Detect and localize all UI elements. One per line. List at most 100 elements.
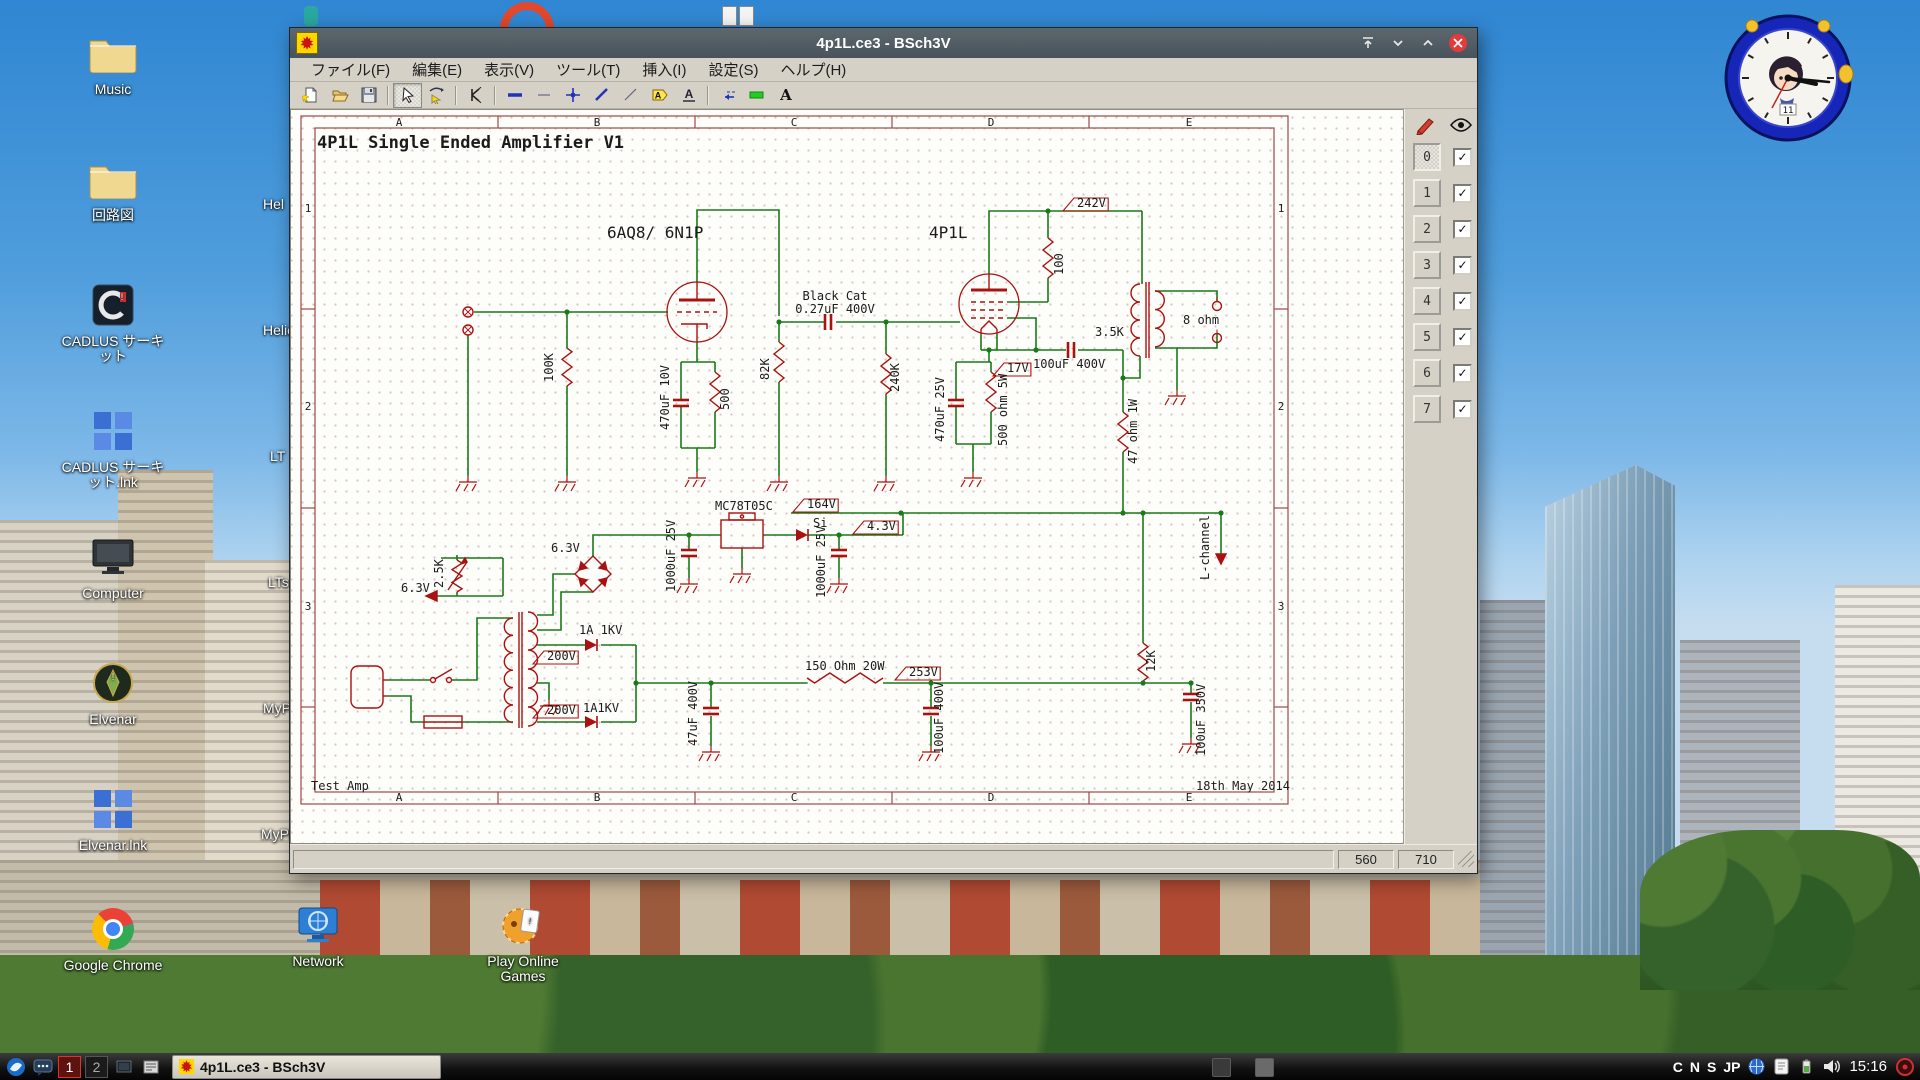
chrome-icon xyxy=(87,906,139,952)
bus-line-diagonal-button[interactable] xyxy=(587,83,616,108)
ime-indicator-c[interactable]: C xyxy=(1673,1059,1683,1075)
minimize-button[interactable] xyxy=(1387,33,1409,53)
show-desktop-icon[interactable] xyxy=(113,1056,135,1078)
new-file-button[interactable] xyxy=(296,83,325,108)
svg-text:3: 3 xyxy=(305,600,312,613)
bus-tool-button[interactable] xyxy=(500,83,529,108)
menu-tools[interactable]: ツール(T) xyxy=(545,57,631,82)
menu-help[interactable]: ヘルプ(H) xyxy=(769,57,857,82)
save-button[interactable] xyxy=(354,83,383,108)
rollup-button[interactable] xyxy=(1357,33,1379,53)
junction-tool-button[interactable] xyxy=(558,83,587,108)
desktop-icon-cadlus[interactable]: ! CADLUS サーキット xyxy=(58,282,168,364)
tray-battery-icon[interactable] xyxy=(1797,1058,1815,1076)
layer-checkbox-4[interactable]: ✓ xyxy=(1453,292,1472,311)
svg-text:100K: 100K xyxy=(542,352,556,382)
layer-checkbox-0[interactable]: ✓ xyxy=(1453,148,1472,167)
layer-button-3[interactable]: 3 xyxy=(1413,251,1441,279)
desktop-icon-elvenar[interactable]: ! Elvenar xyxy=(58,660,168,727)
svg-text:18th May 2014: 18th May 2014 xyxy=(1196,779,1290,793)
line-tool-button[interactable] xyxy=(529,83,558,108)
tray-keyboard-icon[interactable] xyxy=(1212,1058,1231,1077)
menu-view[interactable]: 表示(V) xyxy=(473,57,545,82)
workspace-button-1[interactable]: 1 xyxy=(58,1056,81,1078)
layer-button-2[interactable]: 2 xyxy=(1413,215,1441,243)
toolbar-separator xyxy=(707,86,709,105)
desktop-icon-partial-label[interactable]: Hel xyxy=(263,196,284,212)
text-tool-button[interactable]: A xyxy=(771,83,800,108)
tray-window-icon[interactable] xyxy=(1255,1058,1274,1077)
svg-text:A: A xyxy=(684,87,693,101)
schematic-canvas[interactable]: 4P1L Single Ended Amplifier V1Test Amp18… xyxy=(290,109,1403,844)
workspace-button-2[interactable]: 2 xyxy=(85,1056,108,1078)
desktop-icon-partial-label[interactable]: LTs xyxy=(268,574,289,590)
line-diagonal-button[interactable] xyxy=(616,83,645,108)
layer-checkbox-5[interactable]: ✓ xyxy=(1453,328,1472,347)
terminal-icon[interactable] xyxy=(140,1056,162,1078)
svg-text:!: ! xyxy=(121,292,124,302)
tray-notes-icon[interactable] xyxy=(1772,1058,1790,1076)
layer-button-0[interactable]: 0 xyxy=(1413,143,1441,171)
layer-checkbox-3[interactable]: ✓ xyxy=(1453,256,1472,275)
layer-button-4[interactable]: 4 xyxy=(1413,287,1441,315)
layer-checkbox-7[interactable]: ✓ xyxy=(1453,400,1472,419)
open-file-button[interactable] xyxy=(325,83,354,108)
menu-edit[interactable]: 編集(E) xyxy=(401,57,473,82)
resize-grip[interactable] xyxy=(1458,851,1474,867)
ime-indicator-s[interactable]: S xyxy=(1707,1059,1716,1075)
layer-button-5[interactable]: 5 xyxy=(1413,323,1441,351)
taskbar-clock[interactable]: 15:16 xyxy=(1849,1058,1887,1075)
marker-tool-button[interactable] xyxy=(742,83,771,108)
svg-text:4P1L Single Ended Amplifier V1: 4P1L Single Ended Amplifier V1 xyxy=(317,133,624,153)
tray-volume-icon[interactable] xyxy=(1822,1058,1840,1076)
wire-tool-button[interactable] xyxy=(461,83,490,108)
bridge-rectifier-symbol xyxy=(575,556,611,592)
dashed-arrow-tool-button[interactable] xyxy=(713,83,742,108)
clock-widget[interactable]: 11 xyxy=(1722,12,1854,144)
close-button[interactable] xyxy=(1447,33,1469,53)
svg-text:1: 1 xyxy=(1278,202,1285,215)
tray-globe-icon[interactable] xyxy=(1747,1058,1765,1076)
part-tool-button[interactable]: A xyxy=(645,83,674,108)
layer-button-6[interactable]: 6 xyxy=(1413,359,1441,387)
select-tool-button[interactable] xyxy=(393,83,422,108)
title-bar[interactable]: 4p1L.ce3 - BSch3V xyxy=(290,28,1477,58)
ime-indicator-n[interactable]: N xyxy=(1690,1059,1700,1075)
desktop-icon-google-chrome[interactable]: Google Chrome xyxy=(58,906,168,973)
chat-icon[interactable] xyxy=(32,1056,54,1078)
menu-settings[interactable]: 設定(S) xyxy=(697,57,769,82)
svg-text:240K: 240K xyxy=(888,362,902,392)
desktop-icon-music[interactable]: Music xyxy=(58,30,168,97)
taskbar-task-button[interactable]: 4p1L.ce3 - BSch3V xyxy=(172,1055,441,1079)
maximize-button[interactable] xyxy=(1417,33,1439,53)
menu-file[interactable]: ファイル(F) xyxy=(300,57,401,82)
desktop-icon-play-online-games[interactable]: ! Play Online Games xyxy=(468,902,578,984)
partial-desktop-icon[interactable] xyxy=(304,6,318,26)
desktop-icon-cadlus-lnk[interactable]: CADLUS サーキット.lnk xyxy=(58,408,168,490)
desktop-icon-computer[interactable]: Computer xyxy=(58,534,168,601)
partial-desktop-icon[interactable] xyxy=(739,6,754,26)
svg-text:82K: 82K xyxy=(758,358,772,380)
desktop-icon-kairozu[interactable]: 回路図 xyxy=(58,156,168,223)
partial-desktop-icon[interactable] xyxy=(722,6,737,26)
move-tool-button[interactable] xyxy=(422,83,451,108)
logout-button[interactable] xyxy=(1896,1058,1914,1076)
layer-checkbox-6[interactable]: ✓ xyxy=(1453,364,1472,383)
layer-checkbox-1[interactable]: ✓ xyxy=(1453,184,1472,203)
desktop-icon-elvenar-lnk[interactable]: Elvenar.lnk xyxy=(58,786,168,853)
pager-icon[interactable] xyxy=(5,1056,27,1078)
desktop-icon-partial-label[interactable]: MyP xyxy=(263,700,291,716)
ime-indicator-jp[interactable]: JP xyxy=(1723,1059,1740,1075)
svg-text:!: ! xyxy=(112,672,115,683)
layer-button-1[interactable]: 1 xyxy=(1413,179,1441,207)
menu-bar: ファイル(F) 編集(E) 表示(V) ツール(T) 挿入(I) 設定(S) ヘ… xyxy=(290,58,1477,82)
menu-insert[interactable]: 挿入(I) xyxy=(631,57,697,82)
task-button-label: 4p1L.ce3 - BSch3V xyxy=(200,1059,325,1075)
desktop-icon-partial-label[interactable]: LT xyxy=(270,448,285,464)
label-tool-button[interactable]: A xyxy=(674,83,703,108)
layer-button-7[interactable]: 7 xyxy=(1413,395,1441,423)
computer-icon xyxy=(87,534,139,580)
desktop-icon-network[interactable]: Network xyxy=(263,902,373,969)
layer-checkbox-2[interactable]: ✓ xyxy=(1453,220,1472,239)
svg-text:A: A xyxy=(396,116,403,129)
